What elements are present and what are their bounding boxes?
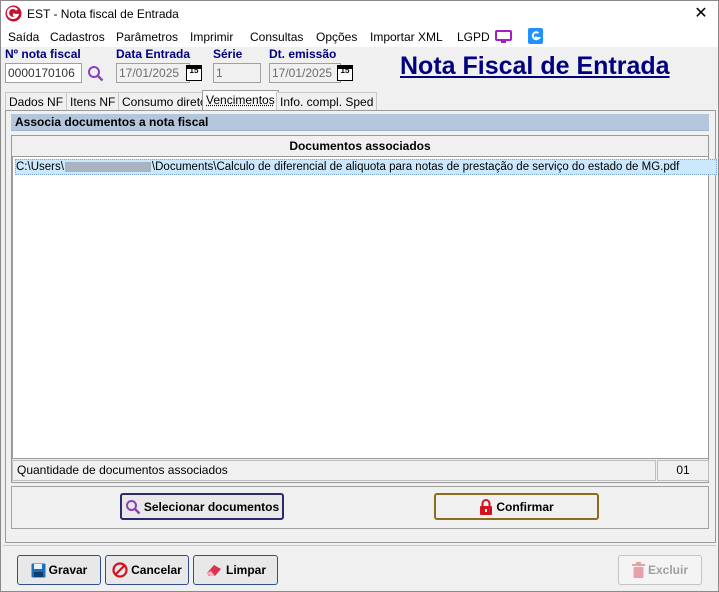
dt-emissao-label: Dt. emissão (269, 47, 337, 61)
list-item[interactable]: C:\Users\ \Documents\Calculo de diferenci… (15, 159, 717, 175)
menu-imprimir[interactable]: Imprimir (190, 30, 233, 44)
cancel-button[interactable]: Cancelar (105, 555, 189, 585)
serie-input[interactable]: 1 (213, 63, 261, 83)
menu-consultas[interactable]: Consultas (250, 30, 303, 44)
data-entrada-label: Data Entrada (116, 47, 191, 61)
select-documents-button[interactable]: Selecionar documentos (120, 493, 284, 520)
floppy-disk-icon (31, 563, 46, 577)
data-entrada-input[interactable]: 17/01/2025 (116, 63, 190, 83)
app-shortcut-icon[interactable] (528, 28, 543, 44)
tab-itens-nf[interactable]: Itens NF (66, 92, 120, 110)
app-logo-icon (5, 5, 22, 22)
select-documents-label: Selecionar documentos (143, 499, 280, 514)
redacted-username (64, 161, 151, 172)
search-icon[interactable] (87, 65, 104, 82)
page-title: Nota Fiscal de Entrada (400, 52, 670, 80)
nota-fiscal-input[interactable]: 0000170106 (5, 63, 82, 83)
tab-info-compl-sped[interactable]: Info. compl. Sped (276, 92, 378, 110)
menu-opcoes[interactable]: Opções (316, 30, 357, 44)
serie-label: Série (213, 47, 243, 61)
lock-icon (480, 498, 493, 515)
delete-button[interactable]: Excluir (618, 555, 702, 585)
quantity-label: Quantidade de documentos associados (12, 460, 656, 481)
clear-label: Limpar (225, 563, 266, 577)
menu-importar-xml[interactable]: Importar XML (370, 30, 443, 44)
title-bar: EST - Nota fiscal de Entrada ✕ (1, 1, 718, 27)
tab-consumo-direto[interactable]: Consumo direto (118, 92, 211, 110)
nota-fiscal-label: Nº nota fiscal (5, 47, 81, 61)
delete-label: Excluir (647, 563, 689, 577)
confirm-button[interactable]: Confirmar (434, 493, 599, 520)
tab-dados-nf[interactable]: Dados NF (5, 92, 68, 110)
row-path-suffix: \Documents\Calculo de diferencial de ali… (151, 161, 680, 173)
documents-list[interactable]: C:\Users\ \Documents\Calculo de diferenci… (12, 156, 717, 459)
grid-header: Documentos associados (289, 139, 431, 153)
tab-vencimentos[interactable]: Vencimentos (202, 90, 279, 111)
section-title: Associa documentos a nota fiscal (11, 114, 709, 131)
search-icon (125, 499, 141, 514)
confirm-label: Confirmar (496, 499, 554, 514)
eraser-icon (206, 565, 221, 576)
menu-bar: Saída Cadastros Parâmetros Imprimir Cons… (1, 27, 718, 47)
trash-icon (631, 562, 645, 578)
save-button[interactable]: Gravar (17, 555, 101, 585)
menu-saida[interactable]: Saída (8, 30, 39, 44)
calendar-icon[interactable]: 15 (337, 65, 353, 81)
save-label: Gravar (48, 563, 88, 577)
menu-parametros[interactable]: Parâmetros (116, 30, 178, 44)
menu-lgpd[interactable]: LGPD (457, 30, 490, 44)
close-icon[interactable]: ✕ (690, 4, 712, 24)
menu-cadastros[interactable]: Cadastros (50, 30, 105, 44)
divider (3, 545, 716, 546)
monitor-icon[interactable] (495, 30, 512, 44)
main-window: EST - Nota fiscal de Entrada ✕ Saída Cad… (0, 0, 719, 592)
clear-button[interactable]: Limpar (193, 555, 278, 585)
cancel-icon (112, 562, 128, 578)
cancel-label: Cancelar (131, 563, 182, 577)
window-title: EST - Nota fiscal de Entrada (27, 7, 179, 21)
calendar-icon[interactable]: 15 (186, 65, 202, 81)
quantity-value: 01 (657, 460, 709, 481)
action-group-box (11, 486, 709, 529)
row-path-prefix: C:\Users\ (16, 161, 64, 173)
dt-emissao-input[interactable]: 17/01/2025 (269, 63, 341, 83)
